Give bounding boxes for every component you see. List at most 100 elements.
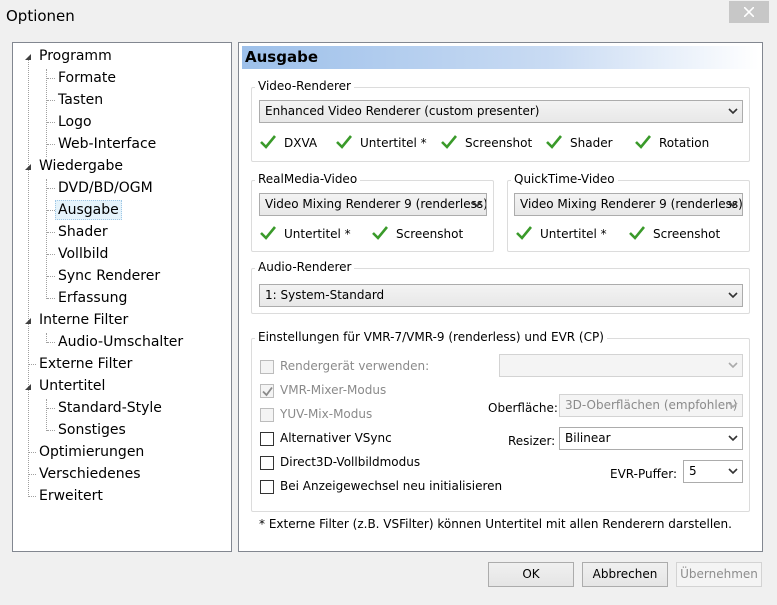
tree-line [47,122,55,123]
tree-item-programm[interactable]: Programm [37,46,114,66]
options-tree[interactable]: Programm Formate Tasten Logo Web-Interfa… [12,42,232,552]
resizer-select[interactable]: Bilinear [559,427,743,450]
tree-item-dvd-bd-ogm[interactable]: DVD/BD/OGM [56,178,155,198]
quicktime-label: QuickTime-Video [511,172,618,186]
tree-line [46,179,47,299]
tree-line [47,254,55,255]
tree-line [28,364,36,365]
yuv-mix-label: YUV-Mix-Modus [280,407,373,421]
oberflaeche-label: Oberfläche: [488,401,558,415]
tree-item-untertitel[interactable]: Untertitel [37,376,107,396]
tree-line [28,452,36,453]
footnote: * Externe Filter (z.B. VSFilter) können … [259,517,732,531]
apply-button[interactable]: Übernehmen [676,562,762,587]
expanded-arrow-icon[interactable] [23,316,33,326]
feature-label: Untertitel * [284,227,351,241]
resizer-label: Resizer: [508,434,556,448]
tree-item-web-interface[interactable]: Web-Interface [56,134,158,154]
chevron-down-icon [728,108,738,115]
tree-line [47,430,55,431]
tree-item-ausgabe[interactable]: Ausgabe [55,200,122,220]
feature-label: Screenshot [396,227,464,241]
tree-item-sync-renderer[interactable]: Sync Renderer [56,266,162,286]
checkmark-icon [546,135,562,149]
expanded-arrow-icon[interactable] [23,52,33,62]
ok-button[interactable]: OK [488,562,574,587]
audio-renderer-value: 1: System-Standard [265,288,385,302]
tree-item-erweitert[interactable]: Erweitert [37,486,105,506]
reinit-label: Bei Anzeigewechsel neu initialisieren [280,479,503,493]
realmedia-value: Video Mixing Renderer 9 (renderless) [265,197,486,211]
tree-item-logo[interactable]: Logo [56,112,94,132]
audio-renderer-select[interactable]: 1: System-Standard [259,284,743,307]
rendergeraet-select[interactable] [499,354,743,377]
audio-renderer-group: Audio-Renderer 1: System-Standard [251,260,750,314]
feature-label: Untertitel * [540,227,607,241]
checkbox-box [260,432,274,446]
checkmark-icon [260,226,276,240]
checkbox-box [260,384,274,398]
chevron-down-icon [728,435,738,442]
tree-item-tasten[interactable]: Tasten [56,90,105,110]
chevron-down-icon [472,201,482,208]
tree-line [47,144,55,145]
window-title: Optionen [6,7,75,25]
tree-item-formate[interactable]: Formate [56,68,118,88]
vmr-mixer-label: VMR-Mixer-Modus [280,383,387,397]
feature-label: DXVA [284,136,318,150]
checkmark-icon [441,135,457,149]
tree-item-verschiedenes[interactable]: Verschiedenes [37,464,143,484]
audio-renderer-label: Audio-Renderer [255,260,355,274]
video-renderer-select[interactable]: Enhanced Video Renderer (custom presente… [259,100,743,123]
oberflaeche-select[interactable]: 3D-Oberflächen (empfohlen) [559,394,743,417]
tree-line [46,399,47,431]
evr-puffer-select[interactable]: 5 [683,460,743,483]
checkmark-icon [629,226,645,240]
rendergeraet-label: Rendergerät verwenden: [280,359,430,373]
tree-item-externe-filter[interactable]: Externe Filter [37,354,134,374]
tree-item-shader[interactable]: Shader [56,222,110,242]
close-button[interactable] [729,1,769,23]
quicktime-value: Video Mixing Renderer 9 (renderless) [520,197,742,211]
tree-line [47,232,55,233]
tree-item-standard-style[interactable]: Standard-Style [56,398,164,418]
chevron-down-icon [728,402,738,409]
tree-item-wiedergabe[interactable]: Wiedergabe [37,156,125,176]
tree-item-erfassung[interactable]: Erfassung [56,288,129,308]
feature-label: Shader [570,136,613,150]
checkmark-icon [260,135,276,149]
settings-panel: Ausgabe Video-Renderer Enhanced Video Re… [238,42,763,552]
close-icon [744,7,754,17]
tree-item-sonstiges[interactable]: Sonstiges [56,420,128,440]
checkbox-box [260,360,274,374]
expanded-arrow-icon[interactable] [23,162,33,172]
video-renderer-value: Enhanced Video Renderer (custom presente… [265,104,540,118]
checkmark-icon [262,386,273,397]
tree-line [47,342,55,343]
feature-label: Untertitel * [360,136,427,150]
page-title: Ausgabe [245,48,318,66]
tree-item-vollbild[interactable]: Vollbild [56,244,110,264]
title-bar: Optionen [0,0,777,36]
realmedia-select[interactable]: Video Mixing Renderer 9 (renderless) [259,193,487,216]
tree-line [28,57,29,497]
checkbox-box [260,408,274,422]
tree-item-interne-filter[interactable]: Interne Filter [37,310,130,330]
alt-vsync-label: Alternativer VSync [280,431,392,445]
feature-label: Screenshot [465,136,533,150]
tree-item-audio-umschalter[interactable]: Audio-Umschalter [56,332,185,352]
vmr-settings-label: Einstellungen für VMR-7/VMR-9 (renderles… [255,330,607,344]
tree-item-optimierungen[interactable]: Optimierungen [37,442,146,462]
page-header: Ausgabe [242,46,759,69]
tree-line [47,188,55,189]
oberflaeche-value: 3D-Oberflächen (empfohlen) [565,398,738,412]
quicktime-select[interactable]: Video Mixing Renderer 9 (renderless) [514,193,743,216]
feature-label: Screenshot [653,227,721,241]
feature-label: Rotation [659,136,710,150]
checkmark-icon [635,135,651,149]
realmedia-group: RealMedia-Video Video Mixing Renderer 9 … [251,172,494,252]
cancel-button[interactable]: Abbrechen [582,562,668,587]
chevron-down-icon [728,468,738,475]
quicktime-group: QuickTime-Video Video Mixing Renderer 9 … [507,172,750,252]
expanded-arrow-icon[interactable] [23,382,33,392]
